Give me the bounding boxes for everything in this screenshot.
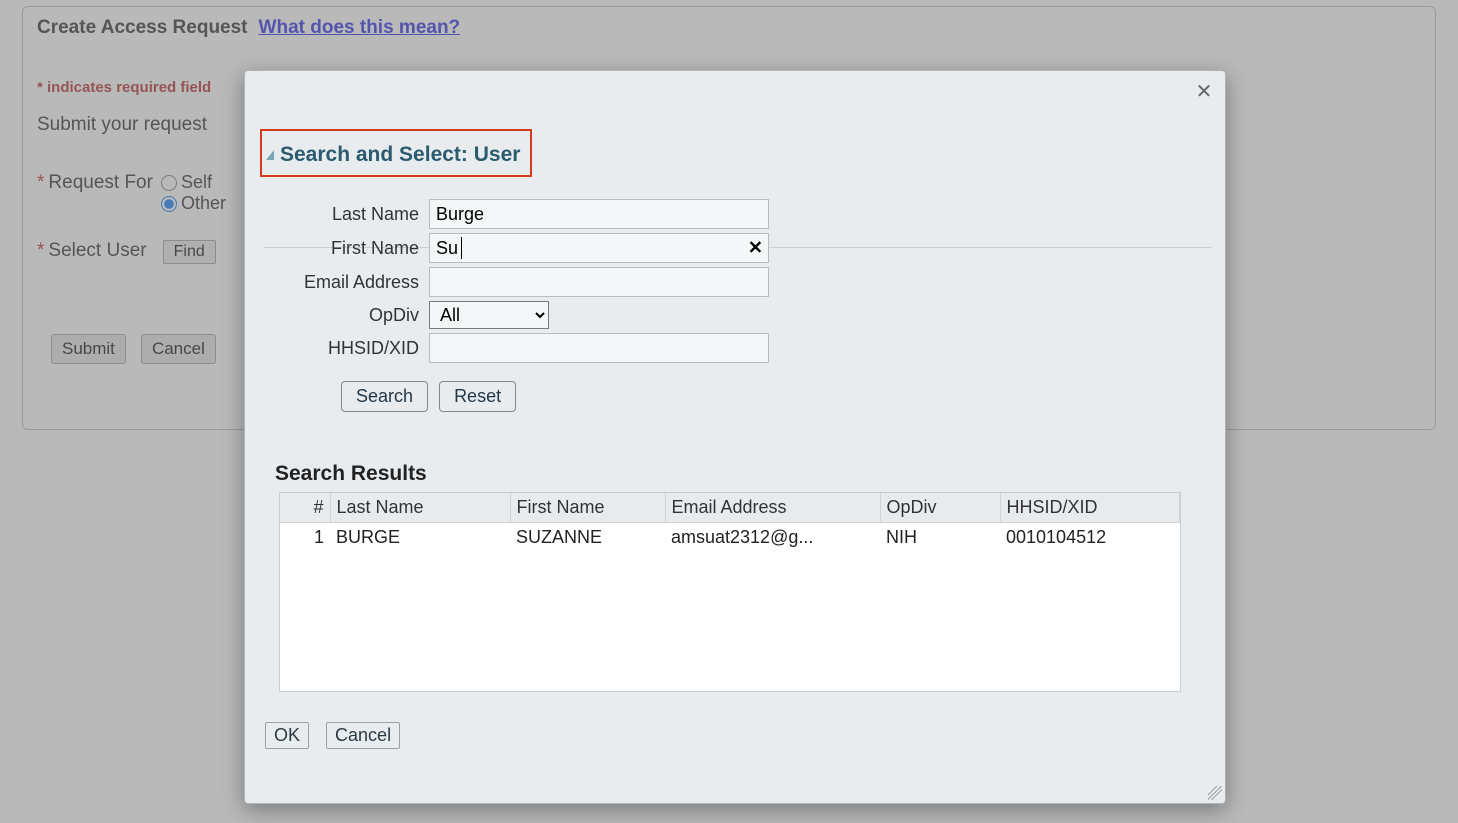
- hhsid-label: HHSID/XID: [259, 338, 429, 359]
- page-title: Create Access Request: [37, 17, 248, 38]
- collapse-triangle-icon[interactable]: [266, 150, 274, 160]
- table-row[interactable]: 1 BURGE SUZANNE amsuat2312@g... NIH 0010…: [280, 523, 1180, 553]
- column-header-num[interactable]: #: [280, 493, 330, 523]
- select-user-label: Select User: [48, 240, 146, 262]
- hhsid-input[interactable]: [429, 333, 769, 363]
- cell-num: 1: [280, 523, 330, 553]
- column-header-last-name[interactable]: Last Name: [330, 493, 510, 523]
- request-for-label: Request For: [48, 172, 153, 194]
- cell-opdiv: NIH: [880, 523, 1000, 553]
- find-button[interactable]: Find: [163, 240, 216, 264]
- first-name-label: First Name: [259, 238, 429, 259]
- search-user-dialog: ✕ Search and Select: User Last Name Firs…: [244, 70, 1226, 804]
- what-does-this-mean-link[interactable]: What does this mean?: [259, 17, 461, 38]
- search-button[interactable]: Search: [341, 381, 428, 412]
- required-star-icon: *: [37, 172, 44, 194]
- results-table: # Last Name First Name Email Address OpD…: [280, 493, 1180, 552]
- column-header-opdiv[interactable]: OpDiv: [880, 493, 1000, 523]
- cell-first-name: SUZANNE: [510, 523, 665, 553]
- radio-other[interactable]: [161, 196, 177, 212]
- first-name-input[interactable]: [429, 233, 769, 263]
- results-container: # Last Name First Name Email Address OpD…: [279, 492, 1181, 692]
- modal-cancel-button[interactable]: Cancel: [326, 722, 400, 749]
- section-title: Search and Select: User: [280, 143, 520, 167]
- radio-self[interactable]: [161, 175, 177, 191]
- radio-self-label: Self: [181, 172, 212, 193]
- cell-hhsid: 0010104512: [1000, 523, 1180, 553]
- reset-button[interactable]: Reset: [439, 381, 516, 412]
- close-icon[interactable]: ✕: [1193, 81, 1215, 103]
- results-header-row: # Last Name First Name Email Address OpD…: [280, 493, 1180, 523]
- column-header-first-name[interactable]: First Name: [510, 493, 665, 523]
- required-star-icon: *: [37, 240, 44, 262]
- opdiv-label: OpDiv: [259, 305, 429, 326]
- last-name-label: Last Name: [259, 204, 429, 225]
- email-address-input[interactable]: [429, 267, 769, 297]
- search-results-title: Search Results: [275, 462, 1211, 486]
- text-caret-icon: [461, 237, 462, 259]
- radio-self-option[interactable]: Self: [161, 172, 226, 193]
- last-name-input[interactable]: [429, 199, 769, 229]
- radio-other-option[interactable]: Other: [161, 193, 226, 214]
- resize-handle-icon[interactable]: [1208, 786, 1222, 800]
- cell-last-name: BURGE: [330, 523, 510, 553]
- radio-other-label: Other: [181, 193, 226, 214]
- ok-button[interactable]: OK: [265, 722, 309, 749]
- column-header-hhsid[interactable]: HHSID/XID: [1000, 493, 1180, 523]
- clear-input-icon[interactable]: ✕: [748, 238, 763, 259]
- column-header-email[interactable]: Email Address: [665, 493, 880, 523]
- submit-button[interactable]: Submit: [51, 334, 126, 364]
- section-title-highlight: Search and Select: User: [260, 129, 532, 177]
- cell-email: amsuat2312@g...: [665, 523, 880, 553]
- cancel-button[interactable]: Cancel: [141, 334, 216, 364]
- opdiv-select[interactable]: All: [429, 301, 549, 329]
- email-address-label: Email Address: [259, 272, 429, 293]
